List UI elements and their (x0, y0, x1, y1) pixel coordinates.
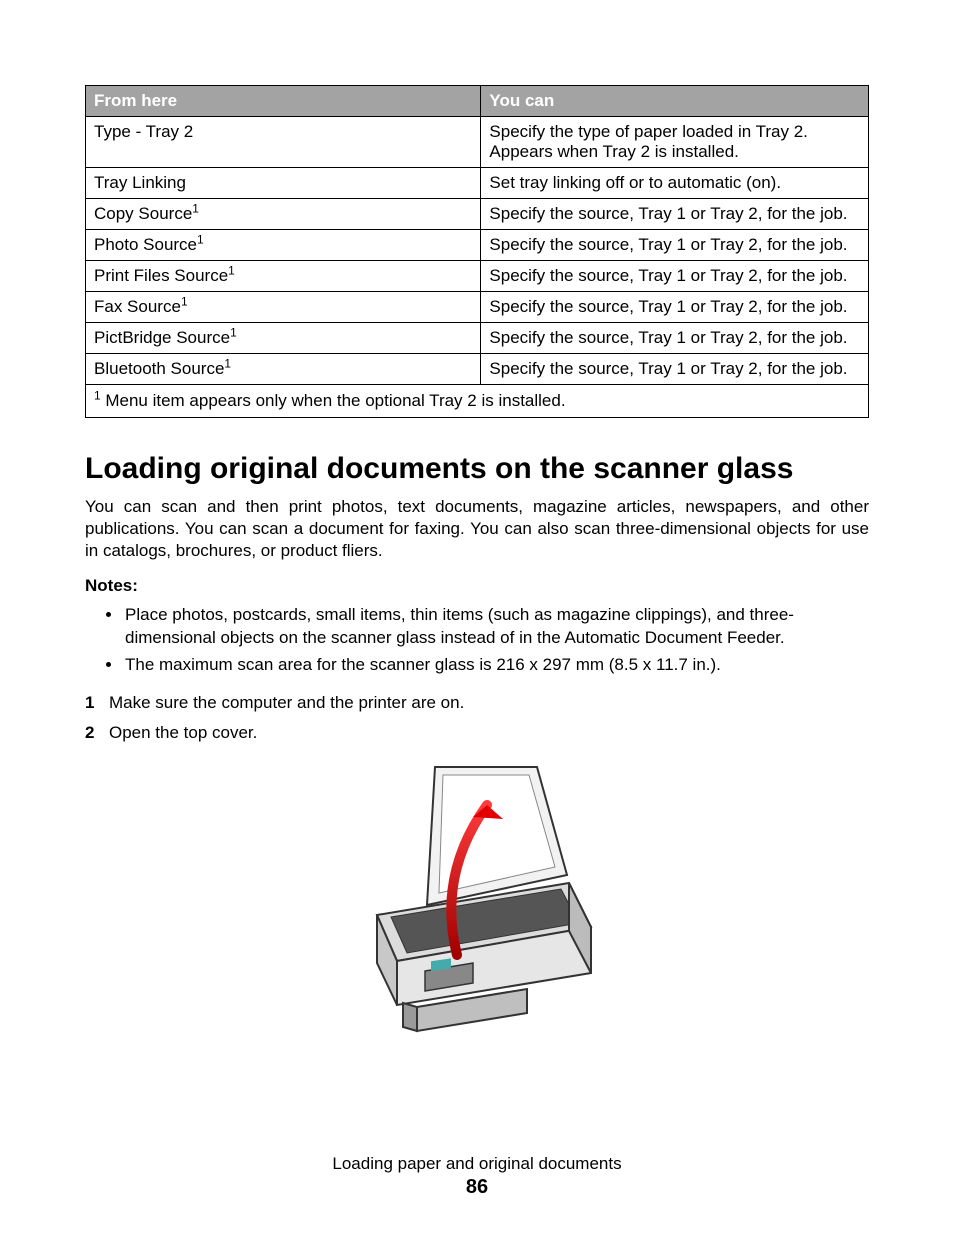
cell-sup: 1 (192, 201, 199, 215)
cell-desc: Specify the source, Tray 1 or Tray 2, fo… (489, 266, 847, 285)
table-row: Type - Tray 2 Specify the type of paper … (86, 117, 869, 168)
printer-illustration-icon (347, 755, 607, 1045)
list-item: Place photos, postcards, small items, th… (123, 604, 869, 650)
footer-page-number: 86 (0, 1176, 954, 1199)
cell-desc: Specify the source, Tray 1 or Tray 2, fo… (489, 235, 847, 254)
cell-desc: Specify the type of paper loaded in Tray… (489, 122, 860, 142)
cell-desc: Appears when Tray 2 is installed. (489, 142, 860, 162)
cell-label: Type - Tray 2 (94, 122, 193, 141)
cell-desc: Specify the source, Tray 1 or Tray 2, fo… (489, 359, 847, 378)
cell-label: Photo Source (94, 235, 197, 254)
cell-sup: 1 (230, 325, 237, 339)
cell-desc: Specify the source, Tray 1 or Tray 2, fo… (489, 204, 847, 223)
table-header-from: From here (86, 86, 481, 117)
cell-desc: Set tray linking off or to automatic (on… (489, 173, 781, 192)
list-item: Open the top cover. (85, 721, 869, 745)
cell-label: Tray Linking (94, 173, 186, 192)
table-row: Tray Linking Set tray linking off or to … (86, 168, 869, 199)
footnote-sup: 1 (94, 388, 101, 402)
cell-label: Bluetooth Source (94, 359, 224, 378)
table-row: Copy Source1 Specify the source, Tray 1 … (86, 199, 869, 230)
cell-desc: Specify the source, Tray 1 or Tray 2, fo… (489, 297, 847, 316)
cell-sup: 1 (228, 263, 235, 277)
menu-table: From here You can Type - Tray 2 Specify … (85, 85, 869, 418)
table-row: Photo Source1 Specify the source, Tray 1… (86, 230, 869, 261)
cell-label: PictBridge Source (94, 328, 230, 347)
steps-list: Make sure the computer and the printer a… (85, 691, 869, 745)
page-footer: Loading paper and original documents 86 (0, 1154, 954, 1199)
cell-label: Fax Source (94, 297, 181, 316)
table-header-youcan: You can (481, 86, 869, 117)
section-heading: Loading original documents on the scanne… (85, 452, 869, 486)
notes-label: Notes: (85, 576, 869, 596)
list-item: Make sure the computer and the printer a… (85, 691, 869, 715)
notes-list: Place photos, postcards, small items, th… (85, 604, 869, 677)
table-row: Fax Source1 Specify the source, Tray 1 o… (86, 292, 869, 323)
footer-chapter: Loading paper and original documents (0, 1154, 954, 1174)
cell-label: Copy Source (94, 204, 192, 223)
cell-desc: Specify the source, Tray 1 or Tray 2, fo… (489, 328, 847, 347)
footnote-text: Menu item appears only when the optional… (101, 391, 566, 410)
cell-label: Print Files Source (94, 266, 228, 285)
figure-container (85, 755, 869, 1045)
table-row: Print Files Source1 Specify the source, … (86, 261, 869, 292)
cell-sup: 1 (197, 232, 204, 246)
list-item: The maximum scan area for the scanner gl… (123, 654, 869, 677)
table-footnote-row: 1 Menu item appears only when the option… (86, 385, 869, 418)
intro-paragraph: You can scan and then print photos, text… (85, 496, 869, 562)
table-row: Bluetooth Source1 Specify the source, Tr… (86, 354, 869, 385)
document-page: From here You can Type - Tray 2 Specify … (0, 0, 954, 1235)
cell-sup: 1 (224, 356, 231, 370)
cell-sup: 1 (181, 294, 188, 308)
table-row: PictBridge Source1 Specify the source, T… (86, 323, 869, 354)
